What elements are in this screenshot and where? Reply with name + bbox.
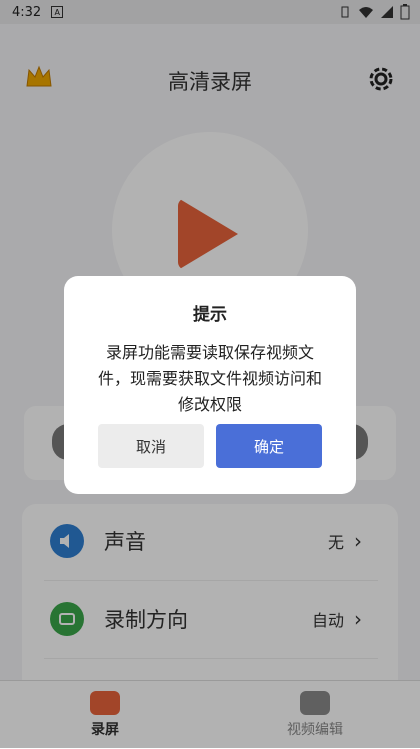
confirm-button[interactable]: 确定 bbox=[216, 424, 322, 468]
dialog-message: 录屏功能需要读取保存视频文件，现需要获取文件视频访问和修改权限 bbox=[97, 343, 322, 414]
permission-dialog: 提示 录屏功能需要读取保存视频文件，现需要获取文件视频访问和修改权限 取消 确定 bbox=[64, 276, 356, 494]
dialog-title: 提示 bbox=[193, 305, 227, 325]
cancel-button[interactable]: 取消 bbox=[98, 424, 204, 468]
